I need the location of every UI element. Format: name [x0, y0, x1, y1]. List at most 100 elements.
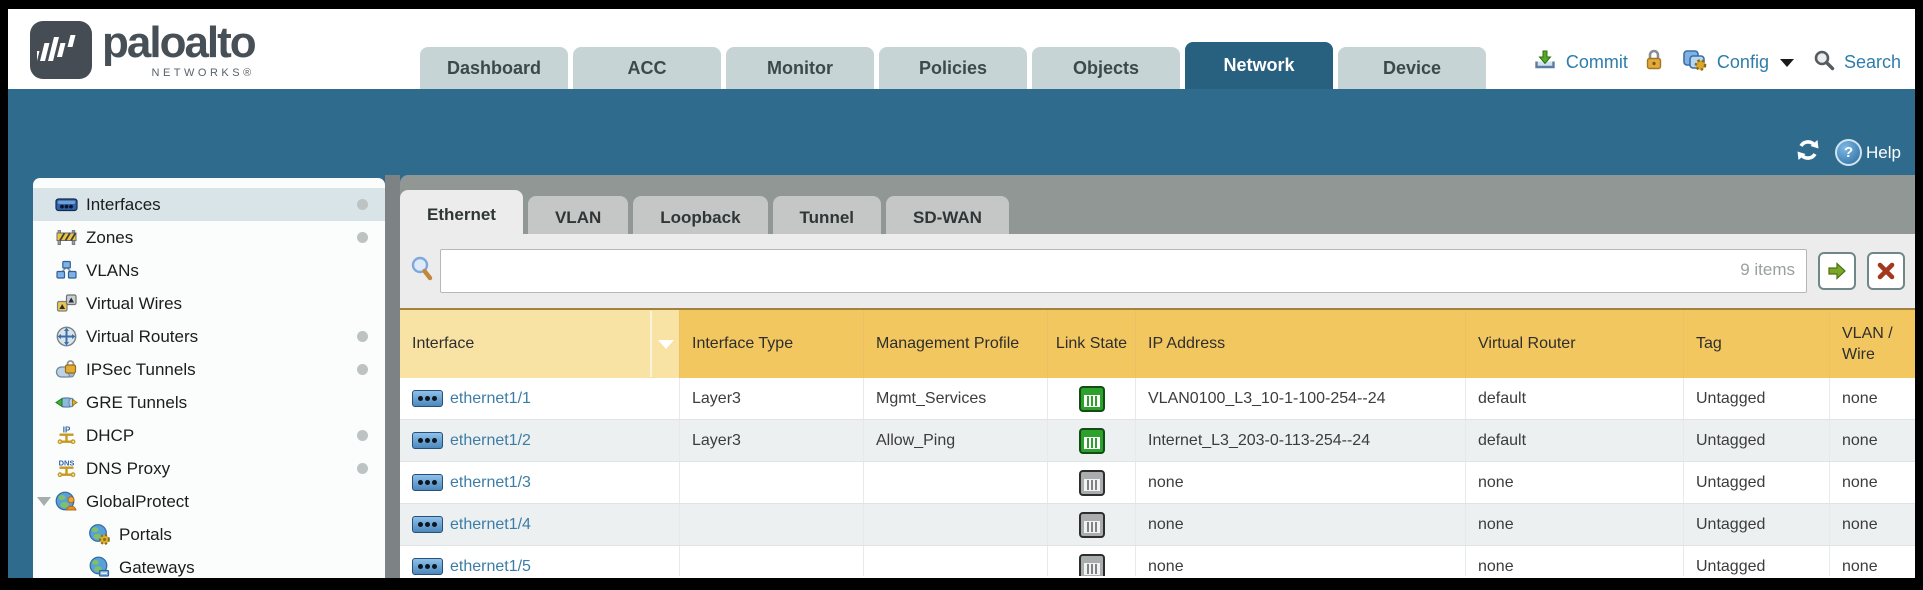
search-icon	[1813, 49, 1835, 76]
interface-link[interactable]: ethernet1/1	[450, 390, 531, 408]
sidebar-item-label: Gateways	[119, 558, 195, 578]
cell-tag: Untagged	[1684, 546, 1830, 576]
item-dot	[357, 430, 368, 441]
table-row[interactable]: ethernet1/4 none none Untagged none	[400, 504, 1915, 546]
config-button[interactable]: Config	[1717, 52, 1769, 73]
ipsec-tunnels-icon	[55, 358, 78, 381]
commit-button[interactable]: Commit	[1566, 52, 1628, 73]
link-state-icon[interactable]	[1079, 470, 1105, 496]
cell-ip-address: Internet_L3_203-0-113-254--24	[1136, 420, 1466, 461]
col-link-state[interactable]: Link State	[1048, 310, 1136, 378]
tab-dashboard[interactable]: Dashboard	[420, 47, 568, 89]
tab-monitor[interactable]: Monitor	[726, 47, 874, 89]
ethernet-port-icon	[412, 474, 443, 491]
table-row[interactable]: ethernet1/2 Layer3 Allow_Ping Internet_L…	[400, 420, 1915, 462]
search-button[interactable]: Search	[1844, 52, 1901, 73]
interface-link[interactable]: ethernet1/5	[450, 558, 531, 576]
cell-management-profile	[864, 504, 1048, 545]
tab-device[interactable]: Device	[1338, 47, 1486, 89]
table-row[interactable]: ethernet1/3 none none Untagged none	[400, 462, 1915, 504]
dhcp-icon: IP	[55, 424, 78, 447]
sidebar-item-virtual-wires[interactable]: Virtual Wires	[33, 287, 385, 320]
col-interface-type[interactable]: Interface Type	[680, 310, 864, 378]
vlans-icon	[55, 259, 78, 282]
link-state-icon[interactable]	[1079, 428, 1105, 454]
interfaces-table: Interface Interface Type Management Prof…	[400, 308, 1915, 578]
chevron-down-icon[interactable]	[1780, 59, 1794, 67]
config-icon	[1682, 48, 1708, 77]
sidebar-item-interfaces[interactable]: Interfaces	[33, 188, 385, 221]
sidebar-item-label: VLANs	[86, 261, 139, 281]
expander-triangle-icon[interactable]	[37, 497, 51, 506]
table-row[interactable]: ethernet1/1 Layer3 Mgmt_Services VLAN010…	[400, 378, 1915, 420]
sidebar-item-globalprotect[interactable]: GlobalProtect	[33, 485, 385, 518]
col-interface[interactable]: Interface	[400, 310, 680, 378]
cell-vlan-wire: none	[1830, 462, 1915, 503]
cell-virtual-router: default	[1466, 420, 1684, 461]
svg-text:IP: IP	[63, 426, 71, 435]
cell-tag: Untagged	[1684, 504, 1830, 545]
cell-vlan-wire: none	[1830, 420, 1915, 461]
header: paloalto NETWORKS® Dashboard ACC Monitor…	[8, 9, 1915, 89]
item-dot	[357, 463, 368, 474]
sidebar-item-zones[interactable]: Zones	[33, 221, 385, 254]
clear-filter-button[interactable]	[1867, 252, 1905, 290]
filter-bar: 9 items	[400, 234, 1915, 308]
sidebar-item-gre-tunnels[interactable]: GRE Tunnels	[33, 386, 385, 419]
help-button[interactable]: Help	[1835, 139, 1901, 166]
cell-vlan-wire: none	[1830, 504, 1915, 545]
sidebar-item-dhcp[interactable]: IP DHCP	[33, 419, 385, 452]
sort-dropdown[interactable]	[650, 311, 679, 377]
tab-network[interactable]: Network	[1185, 42, 1333, 89]
col-ip-address[interactable]: IP Address	[1136, 310, 1466, 378]
link-state-icon[interactable]	[1079, 512, 1105, 538]
cell-tag: Untagged	[1684, 378, 1830, 419]
col-tag[interactable]: Tag	[1684, 310, 1830, 378]
tab-ethernet[interactable]: Ethernet	[400, 190, 523, 240]
sidebar-item-label: DHCP	[86, 426, 134, 446]
sidebar-item-gateways[interactable]: Gateways	[33, 551, 385, 578]
table-row[interactable]: ethernet1/5 none none Untagged none	[400, 546, 1915, 576]
sidebar-item-label: Virtual Routers	[86, 327, 198, 347]
interface-link[interactable]: ethernet1/2	[450, 432, 531, 450]
interface-link[interactable]: ethernet1/3	[450, 474, 531, 492]
cell-interface-type	[680, 546, 864, 576]
apply-filter-button[interactable]	[1818, 252, 1856, 290]
refresh-icon[interactable]	[1795, 137, 1821, 168]
filter-search-icon	[410, 256, 434, 287]
cell-interface-type: Layer3	[680, 378, 864, 419]
svg-text:DNS: DNS	[59, 459, 75, 468]
portals-icon	[88, 523, 111, 546]
cell-interface-type	[680, 504, 864, 545]
sidebar-item-label: Interfaces	[86, 195, 161, 215]
sidebar-item-vlans[interactable]: VLANs	[33, 254, 385, 287]
col-management-profile[interactable]: Management Profile	[864, 310, 1048, 378]
sidebar-splitter[interactable]	[385, 175, 400, 578]
cell-ip-address: none	[1136, 546, 1466, 576]
sidebar-item-virtual-routers[interactable]: Virtual Routers	[33, 320, 385, 353]
main-panel: Ethernet VLAN Loopback Tunnel SD-WAN 9 i…	[400, 175, 1915, 578]
gateways-icon	[88, 556, 111, 578]
lock-icon[interactable]	[1643, 48, 1665, 77]
ethernet-port-icon	[412, 516, 443, 533]
link-state-icon[interactable]	[1079, 554, 1105, 577]
sidebar-item-label: IPSec Tunnels	[86, 360, 196, 380]
sidebar-item-portals[interactable]: Portals	[33, 518, 385, 551]
paloalto-logo-icon	[30, 21, 92, 79]
col-virtual-router[interactable]: Virtual Router	[1466, 310, 1684, 378]
cell-virtual-router: default	[1466, 378, 1684, 419]
tab-policies[interactable]: Policies	[879, 47, 1027, 89]
col-vlan-wire[interactable]: VLAN / Wire	[1830, 310, 1915, 378]
interface-link[interactable]: ethernet1/4	[450, 516, 531, 534]
sidebar-item-ipsec-tunnels[interactable]: IPSec Tunnels	[33, 353, 385, 386]
filter-input[interactable]	[440, 249, 1807, 293]
cell-ip-address: none	[1136, 462, 1466, 503]
tab-acc[interactable]: ACC	[573, 47, 721, 89]
tab-objects[interactable]: Objects	[1032, 47, 1180, 89]
sidebar-item-dns-proxy[interactable]: DNS DNS Proxy	[33, 452, 385, 485]
dns-proxy-icon: DNS	[55, 457, 78, 480]
cell-vlan-wire: none	[1830, 546, 1915, 576]
cell-ip-address: none	[1136, 504, 1466, 545]
paloalto-logo: paloalto NETWORKS®	[30, 17, 255, 79]
link-state-icon[interactable]	[1079, 386, 1105, 412]
